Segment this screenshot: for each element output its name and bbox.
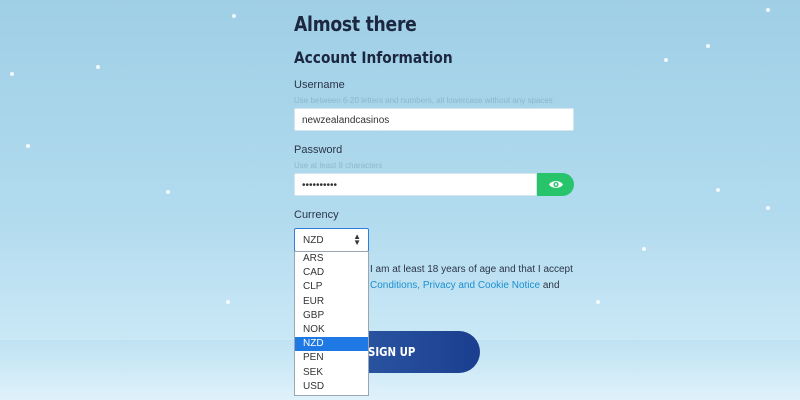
eye-icon [549, 181, 563, 188]
currency-option[interactable]: PEN [295, 351, 368, 365]
currency-option[interactable]: GBP [295, 309, 368, 323]
password-field[interactable]: •••••••••• [294, 173, 537, 196]
sign-up-label: SIGN UP [368, 345, 416, 359]
currency-option[interactable]: EUR [295, 295, 368, 309]
currency-option[interactable]: USD [295, 380, 368, 394]
terms-text: I am at least 18 years of age and that I… [370, 264, 573, 275]
snowflake [766, 8, 770, 12]
terms-line1: I am at least 18 years of age and that I… [370, 264, 573, 275]
snowflake [10, 72, 14, 76]
currency-selected-value: NZD [303, 235, 324, 246]
currency-select[interactable]: NZD ▲ ▼ [294, 228, 369, 252]
currency-dropdown-list[interactable]: ARS CAD CLP EUR GBP NOK NZD PEN SEK USD [294, 251, 369, 396]
currency-option[interactable]: SEK [295, 366, 368, 380]
username-field[interactable]: newzealandcasinos [294, 108, 574, 131]
snowflake [642, 247, 646, 251]
snowflake [716, 188, 720, 192]
show-password-button[interactable] [537, 173, 574, 196]
username-label: Username [294, 79, 345, 91]
snowflake [26, 144, 30, 148]
snowflake [766, 206, 770, 210]
password-hint: Use at least 8 characters [294, 161, 383, 170]
currency-option[interactable]: ARS [295, 252, 368, 266]
section-title: Account Information [294, 48, 453, 67]
terms-and-text: and [542, 280, 560, 291]
snowflake [706, 44, 710, 48]
privacy-cookie-link[interactable]: Privacy and Cookie Notice [423, 280, 540, 291]
password-label: Password [294, 144, 343, 156]
username-hint: Use between 6-20 letters and numbers, al… [294, 96, 553, 105]
snowflake [96, 65, 100, 69]
terms-conditions-link[interactable]: Conditions, [370, 280, 420, 291]
snowflake [596, 300, 600, 304]
terms-links: Conditions, Privacy and Cookie Notice an… [370, 280, 560, 291]
currency-option-selected[interactable]: NZD [295, 337, 368, 352]
select-arrows-icon: ▲ ▼ [353, 232, 361, 247]
snowflake [664, 58, 668, 62]
snowflake [166, 190, 170, 194]
page-title: Almost there [294, 12, 417, 36]
snowflake [232, 14, 236, 18]
currency-option[interactable]: CLP [295, 280, 368, 294]
snowflake [226, 300, 230, 304]
currency-option[interactable]: NOK [295, 323, 368, 337]
currency-label: Currency [294, 209, 339, 221]
currency-option[interactable]: CAD [295, 266, 368, 280]
